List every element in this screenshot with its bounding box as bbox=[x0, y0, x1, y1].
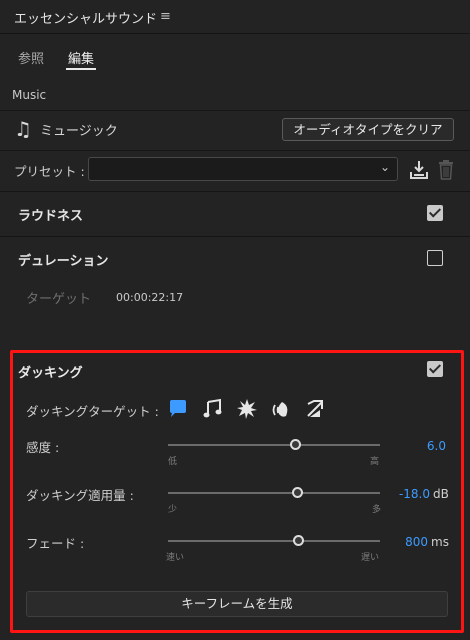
sensitivity-slider-thumb[interactable] bbox=[290, 439, 301, 450]
sensitivity-slider-track[interactable] bbox=[168, 444, 380, 446]
chevron-down-icon: ⌄ bbox=[379, 160, 390, 174]
ducking-amount-max-label: 多 bbox=[372, 505, 382, 515]
sensitivity-min-label: 低 bbox=[168, 457, 178, 467]
audio-type-label: Music bbox=[12, 88, 47, 102]
fade-value[interactable]: 800 bbox=[386, 535, 428, 549]
music-note-icon: ♫ bbox=[14, 117, 32, 141]
tab-browse[interactable]: 参照 bbox=[18, 48, 44, 67]
dialogue-icon[interactable] bbox=[167, 398, 189, 420]
ambience-icon[interactable] bbox=[270, 398, 292, 420]
loudness-checkbox[interactable] bbox=[427, 205, 443, 221]
fade-slider-thumb[interactable] bbox=[293, 535, 304, 546]
ducking-label: ダッキング bbox=[18, 366, 83, 381]
sensitivity-label: 感度 : bbox=[26, 440, 60, 455]
ducking-amount-slider-thumb[interactable] bbox=[292, 487, 303, 498]
fade-min-label: 速い bbox=[166, 553, 185, 563]
music-icon[interactable] bbox=[202, 398, 224, 420]
ducking-amount-min-label: 少 bbox=[168, 505, 178, 515]
save-preset-icon[interactable] bbox=[408, 158, 430, 182]
divider bbox=[0, 150, 470, 151]
fade-label: フェード : bbox=[26, 536, 85, 551]
panel-header: エッセンシャルサウンド ≡ bbox=[0, 0, 470, 34]
panel-title: エッセンシャルサウンド bbox=[14, 12, 158, 27]
ducking-amount-label: ダッキング適用量 : bbox=[26, 488, 134, 503]
active-tab-indicator bbox=[66, 68, 96, 70]
unassigned-icon[interactable] bbox=[304, 398, 326, 420]
sfx-icon[interactable] bbox=[236, 398, 258, 420]
sensitivity-max-label: 高 bbox=[370, 457, 380, 467]
preset-select[interactable]: ⌄ bbox=[88, 157, 398, 181]
ducking-amount-slider-track[interactable] bbox=[168, 492, 380, 494]
ducking-target-label: ダッキングターゲット : bbox=[26, 404, 159, 419]
audio-type-name: ミュージック bbox=[40, 124, 118, 139]
tab-bar: 参照 編集 bbox=[0, 34, 470, 76]
tab-edit[interactable]: 編集 bbox=[68, 48, 94, 67]
duration-checkbox[interactable] bbox=[427, 250, 443, 266]
clear-audio-type-button[interactable]: オーディオタイプをクリア bbox=[282, 118, 454, 141]
fade-unit: ms bbox=[431, 535, 449, 549]
ducking-amount-value[interactable]: -18.0 bbox=[382, 487, 430, 501]
panel-menu-icon[interactable]: ≡ bbox=[160, 9, 171, 24]
loudness-label: ラウドネス bbox=[18, 209, 84, 224]
fade-slider-track[interactable] bbox=[168, 540, 380, 542]
ducking-checkbox[interactable] bbox=[427, 361, 443, 377]
target-duration-time[interactable]: 00:00:22:17 bbox=[116, 291, 183, 304]
target-label: ターゲット bbox=[26, 292, 92, 307]
preset-label: プリセット : bbox=[14, 164, 85, 179]
trash-icon[interactable] bbox=[437, 158, 455, 182]
loudness-section: ラウドネス bbox=[0, 191, 470, 235]
duration-section: デュレーション bbox=[0, 236, 470, 280]
fade-max-label: 遅い bbox=[361, 553, 380, 563]
sensitivity-value[interactable]: 6.0 bbox=[400, 439, 446, 453]
generate-keyframes-button[interactable]: キーフレームを生成 bbox=[26, 591, 448, 617]
ducking-amount-unit: dB bbox=[433, 487, 449, 501]
duration-label: デュレーション bbox=[18, 254, 109, 269]
divider bbox=[0, 110, 470, 111]
